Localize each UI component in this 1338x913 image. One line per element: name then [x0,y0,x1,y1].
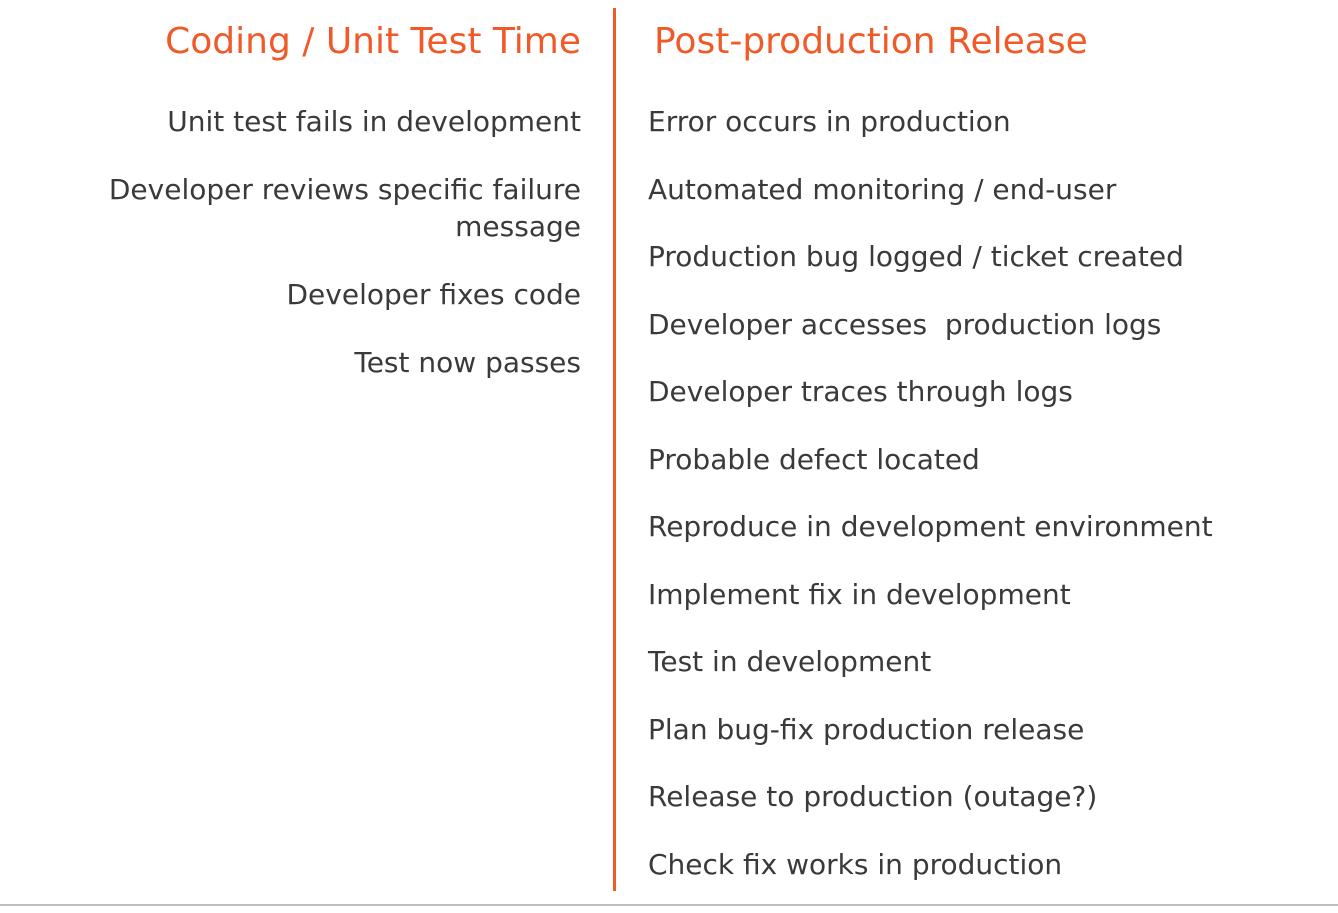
left-column-heading: Coding / Unit Test Time [165,21,581,62]
left-list-item: Developer reviews specific failure messa… [108,173,581,243]
right-list-item: Reproduce in development environment [648,510,1213,543]
right-column-heading: Post-production Release [654,21,1088,62]
right-list-item: Probable defect located [648,442,980,476]
left-column-list: Unit test fails in development Developer… [1,103,581,412]
right-list-item: Developer accesses production logs [648,307,1162,341]
right-list-item: Check fix works in production [648,847,1063,881]
slide: Coding / Unit Test Time Post-production … [0,0,1338,908]
right-column-list: Error occurs in production Automated mon… [648,103,1213,913]
left-list-item: Unit test fails in development [167,105,581,138]
bottom-rule [0,904,1338,906]
right-list-item: Production bug logged / ticket created [648,240,1184,273]
right-list-item: Test in development [648,645,932,678]
right-list-item: Automated monitoring / end-user [648,172,1117,206]
left-list-item: Test now passes [354,346,581,379]
column-divider [613,8,616,891]
right-list-item: Developer traces through logs [648,375,1073,408]
left-list-item: Developer fixes code [286,278,582,311]
right-list-item: Error occurs in production [648,105,1011,138]
right-list-item: Plan bug-fix production release [648,712,1085,746]
right-list-item: Release to production (outage?) [648,780,1098,813]
right-list-item: Implement fix in development [648,577,1071,611]
